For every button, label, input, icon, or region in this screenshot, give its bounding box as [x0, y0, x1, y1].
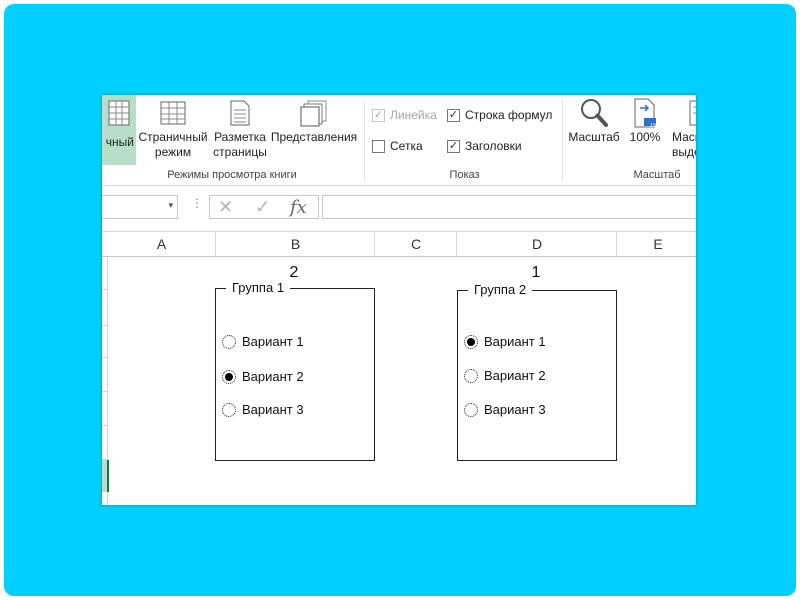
radio-icon — [222, 402, 236, 417]
page-break-label-2: страницы — [213, 145, 267, 159]
zoom-to-selection-button[interactable]: Масш выде — [668, 95, 696, 165]
zoom-selection-label-1: Масш — [672, 130, 696, 144]
separator — [562, 101, 563, 181]
radio-icon — [222, 334, 236, 349]
page-break-label-1: Разметка — [214, 130, 266, 144]
ruler-label: Линейка — [390, 108, 437, 122]
page-break-icon — [230, 100, 250, 126]
row-divider — [102, 325, 107, 326]
row-divider — [102, 357, 107, 358]
formula-input[interactable] — [322, 195, 696, 219]
radio-selected-icon — [464, 334, 478, 349]
column-headers: A B C D E — [102, 232, 696, 257]
cell-d1[interactable]: 1 — [526, 264, 546, 282]
custom-views-label: Представления — [270, 130, 358, 144]
insert-function-button[interactable]: fx — [290, 197, 307, 218]
ruler-checkbox[interactable]: ✓ Линейка — [372, 108, 437, 122]
name-box[interactable]: ▾ — [102, 195, 178, 219]
row-divider — [102, 425, 107, 426]
option-label: Вариант 2 — [242, 369, 304, 384]
show-group-label: Показ — [449, 169, 480, 181]
zoom-selection-icon — [689, 100, 696, 126]
column-header-a[interactable]: A — [108, 232, 215, 256]
column-header-e[interactable]: E — [616, 232, 696, 256]
option-label: Вариант 3 — [484, 402, 546, 417]
ruler-check-icon: ✓ — [372, 108, 385, 122]
zoom-100-label: 100% — [629, 130, 661, 144]
radio-icon — [464, 402, 478, 417]
formula-bar-grip-icon[interactable]: ⋮ — [191, 197, 203, 209]
page-layout-view-button[interactable]: Страничный режим — [138, 95, 208, 165]
radio-icon — [464, 368, 478, 383]
page-break-view-button[interactable]: Разметка страницы — [210, 95, 270, 165]
headings-check-icon: ✓ — [447, 139, 460, 153]
headings-label: Заголовки — [465, 139, 522, 153]
formula-bar-check-icon: ✓ — [447, 108, 460, 122]
page-layout-icon — [160, 101, 186, 125]
formula-bar: ▾ ⋮ ✕ ✓ fx — [102, 186, 696, 232]
formula-bar-checkbox[interactable]: ✓ Строка формул — [447, 108, 552, 122]
zoom-label: Масштаб — [568, 130, 620, 144]
selected-row-header[interactable] — [102, 460, 109, 492]
custom-views-icon — [300, 100, 327, 127]
page-layout-label-2: режим — [154, 145, 192, 159]
radio-selected-icon — [222, 369, 236, 384]
option-label: Вариант 1 — [484, 334, 546, 349]
zoom-100-badge: 100 — [650, 123, 659, 129]
option-group-1: Группа 1 Вариант 1 Вариант 2 Вариант 3 — [215, 280, 375, 461]
separator — [364, 101, 365, 181]
normal-view-label: чный — [105, 135, 134, 149]
group-1-option-2[interactable]: Вариант 2 — [222, 369, 304, 384]
magnifier-icon — [581, 99, 608, 127]
option-label: Вариант 2 — [484, 368, 546, 383]
cancel-icon[interactable]: ✕ — [218, 197, 233, 218]
zoom-button[interactable]: Масштаб — [566, 95, 622, 165]
headings-checkbox[interactable]: ✓ Заголовки — [447, 139, 522, 153]
group-2-title: Группа 2 — [468, 282, 533, 297]
custom-views-button[interactable]: Представления — [270, 95, 358, 165]
row-divider — [102, 391, 107, 392]
column-header-b[interactable]: B — [215, 232, 375, 256]
chevron-down-icon[interactable]: ▾ — [168, 200, 173, 211]
excel-window: чный Страничный режим Разметка страницы — [102, 95, 696, 505]
zoom-selection-label-2: выде — [672, 145, 696, 159]
group-2-option-1[interactable]: Вариант 1 — [464, 334, 546, 349]
ribbon-view-tab: чный Страничный режим Разметка страницы — [102, 95, 696, 186]
formula-buttons: ✕ ✓ fx — [209, 195, 319, 219]
column-header-d[interactable]: D — [456, 232, 617, 256]
group-1-option-1[interactable]: Вариант 1 — [222, 334, 304, 349]
column-header-c[interactable]: C — [374, 232, 457, 256]
enter-icon[interactable]: ✓ — [255, 197, 270, 218]
group-2-option-3[interactable]: Вариант 3 — [464, 402, 546, 417]
gridlines-checkbox[interactable]: Сетка — [372, 139, 423, 153]
group-1-title: Группа 1 — [226, 280, 291, 295]
gridlines-label: Сетка — [390, 139, 423, 153]
option-group-2: Группа 2 Вариант 1 Вариант 2 Вариант 3 — [457, 282, 617, 461]
group-2-option-2[interactable]: Вариант 2 — [464, 368, 546, 383]
normal-view-icon — [108, 100, 130, 126]
option-label: Вариант 1 — [242, 334, 304, 349]
view-modes-group-label: Режимы просмотра книги — [167, 169, 297, 181]
option-label: Вариант 3 — [242, 402, 304, 417]
zoom-group-label: Масштаб — [633, 169, 681, 181]
normal-view-button[interactable]: чный — [102, 95, 136, 165]
group-1-option-3[interactable]: Вариант 3 — [222, 402, 304, 417]
zoom-100-button[interactable]: 100 100% — [626, 95, 664, 165]
formula-bar-label: Строка формул — [465, 108, 553, 122]
gridlines-check-icon — [372, 139, 385, 153]
page-layout-label-1: Страничный — [138, 130, 208, 144]
row-divider — [102, 289, 107, 290]
